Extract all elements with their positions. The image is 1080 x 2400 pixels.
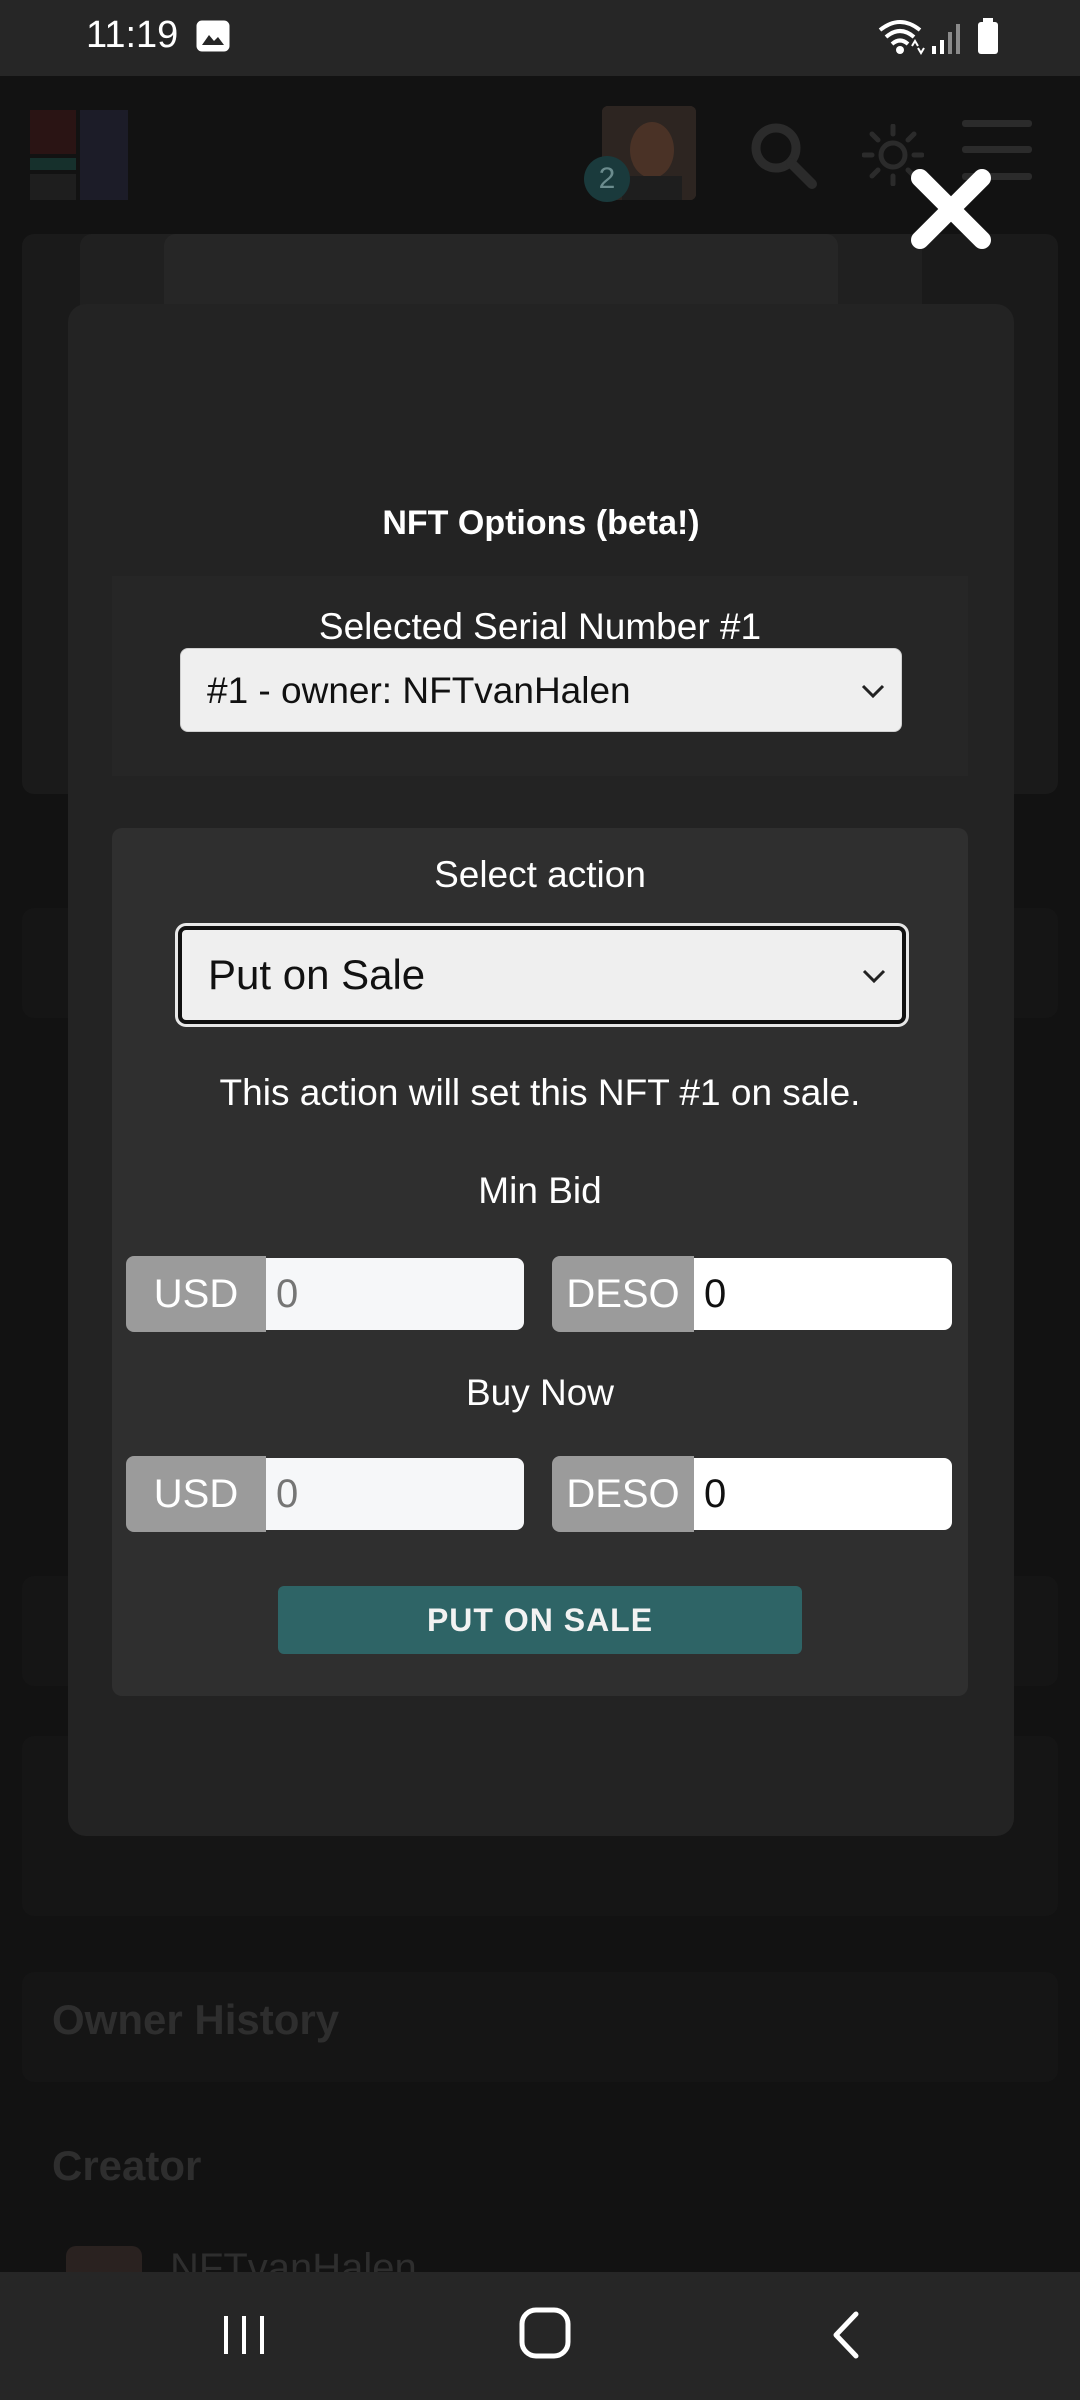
status-bar: 11:19: [0, 0, 1080, 76]
serial-number-label: Selected Serial Number #1: [318, 606, 762, 647]
serial-number-select[interactable]: #1 - owner: NFTvanHalen: [180, 648, 902, 732]
buy-now-label: Buy Now: [465, 1372, 615, 1413]
modal-title: NFT Options (beta!): [382, 504, 700, 542]
home-icon[interactable]: [518, 2306, 572, 2360]
app-logo: [30, 110, 128, 200]
back-icon[interactable]: [826, 2310, 866, 2360]
buy-now-usd-input[interactable]: [266, 1458, 524, 1530]
action-select-value: Put on Sale: [208, 951, 426, 998]
serial-select-value: #1 - owner: NFTvanHalen: [207, 670, 631, 711]
put-on-sale-button[interactable]: PUT ON SALE: [278, 1586, 802, 1654]
min-bid-label: Min Bid: [478, 1170, 602, 1211]
deso-prefix: DESO: [552, 1456, 694, 1532]
creator-heading: Creator: [52, 2142, 202, 2189]
action-description: This action will set this NFT #1 on sale…: [219, 1072, 861, 1113]
signal-icon: [932, 24, 960, 54]
min-bid-deso-field: DESO: [552, 1256, 954, 1332]
close-icon[interactable]: [904, 162, 998, 256]
chevron-down-icon: [861, 684, 885, 699]
wifi-icon: [878, 20, 925, 55]
owner-history-heading: Owner History: [52, 1996, 340, 2043]
recents-icon[interactable]: [220, 2310, 270, 2360]
search-icon[interactable]: [748, 120, 818, 190]
min-bid-deso-input[interactable]: [694, 1258, 952, 1330]
buy-now-deso-field: DESO: [552, 1456, 954, 1532]
min-bid-usd-field: USD: [126, 1256, 526, 1332]
status-icons: [878, 18, 998, 55]
buy-now-usd-field: USD: [126, 1456, 526, 1532]
status-time: 11:19: [86, 14, 179, 56]
serial-number-section: Selected Serial Number #1 #1 - owner: NF…: [112, 576, 968, 776]
action-select[interactable]: Put on Sale: [178, 926, 906, 1024]
deso-prefix: DESO: [552, 1256, 694, 1332]
usd-prefix: USD: [126, 1256, 266, 1332]
chevron-down-icon: [862, 969, 886, 984]
min-bid-usd-input[interactable]: [266, 1258, 524, 1330]
gallery-icon: [196, 20, 230, 52]
select-action-label: Select action: [434, 854, 646, 895]
system-nav-bar: [0, 2272, 1080, 2400]
buy-now-deso-input[interactable]: [694, 1458, 952, 1530]
battery-icon: [978, 18, 998, 54]
notification-badge: 2: [584, 156, 630, 202]
usd-prefix: USD: [126, 1456, 266, 1532]
nft-options-modal: NFT Options (beta!) Selected Serial Numb…: [68, 304, 1014, 1836]
action-section: Select action Put on Sale This action wi…: [112, 828, 968, 1696]
